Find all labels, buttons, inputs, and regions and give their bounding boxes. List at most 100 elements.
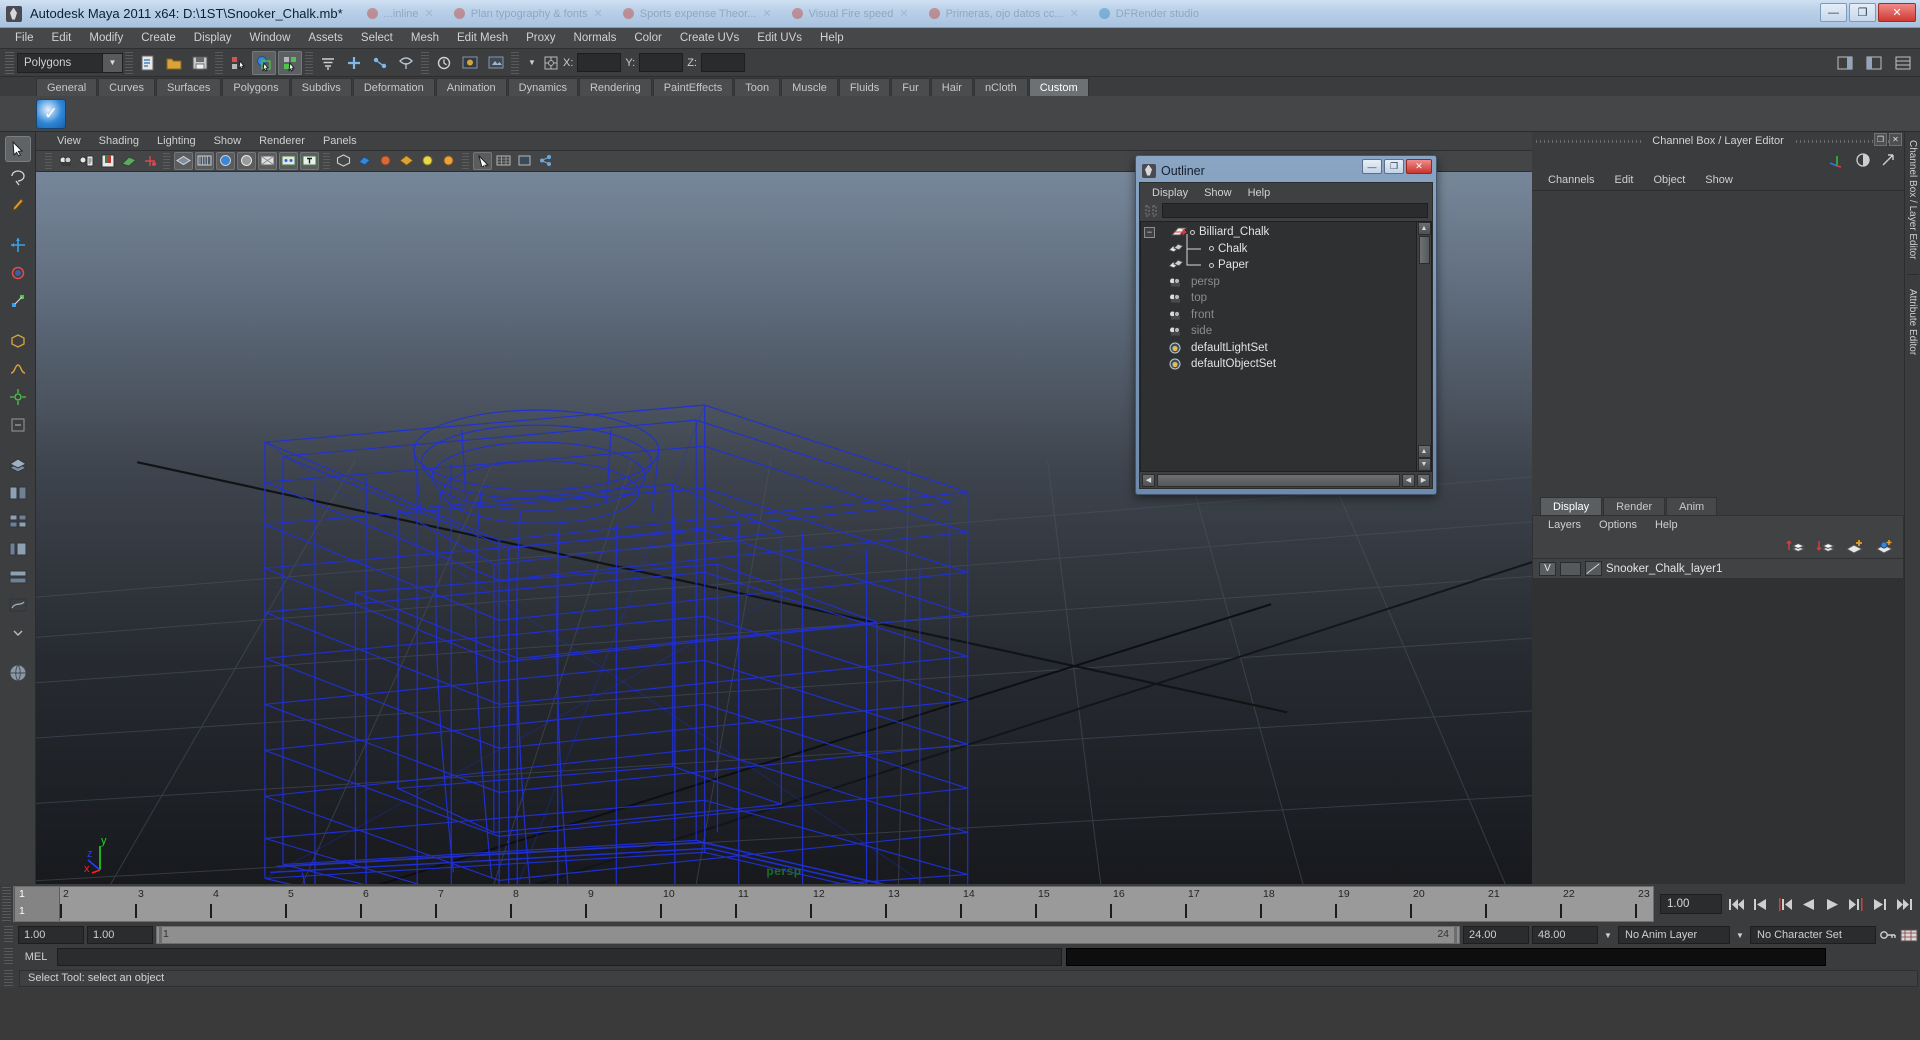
select-hierarchy-icon[interactable] (226, 51, 250, 75)
open-scene-icon[interactable] (162, 51, 186, 75)
shelf-tab-painteffects[interactable]: PaintEffects (652, 78, 734, 96)
step-forward-frame-icon[interactable] (1847, 896, 1866, 913)
snap-point-icon[interactable] (368, 51, 392, 75)
snap-view-plane-icon[interactable] (394, 51, 418, 75)
outliner-minimize-button[interactable]: — (1362, 159, 1382, 174)
share-icon[interactable] (536, 152, 555, 170)
half-circle-icon[interactable] (1855, 152, 1871, 168)
shelf-tab-muscle[interactable]: Muscle (781, 78, 838, 96)
soft-modification-icon[interactable] (5, 356, 31, 382)
snap-curve-icon[interactable] (342, 51, 366, 75)
outliner-vertical-scrollbar[interactable]: ▲ ▲ ▼ (1417, 221, 1432, 472)
key-icon[interactable] (1879, 928, 1897, 943)
menu-display[interactable]: Display (185, 28, 241, 49)
menu-window[interactable]: Window (240, 28, 299, 49)
layout-more-icon[interactable] (5, 620, 31, 646)
shelf-tab-toon[interactable]: Toon (734, 78, 781, 96)
outliner-item-side[interactable]: side (1141, 323, 1416, 340)
paint-select-tool-icon[interactable] (5, 192, 31, 218)
tab-display[interactable]: Display (1540, 497, 1603, 515)
outliner-item-top[interactable]: top (1141, 290, 1416, 307)
outliner-item-billiard-chalk[interactable]: − Billiard_Chalk (1141, 224, 1416, 241)
shelf-tab-deformation[interactable]: Deformation (352, 78, 435, 96)
scale-tool-icon[interactable] (5, 288, 31, 314)
outliner-item-front[interactable]: front (1141, 307, 1416, 324)
create-layer-from-selected-icon[interactable] (1875, 538, 1895, 555)
layer-menu-layers[interactable]: Layers (1539, 519, 1590, 531)
playback-start-field[interactable]: 1.00 (87, 926, 153, 944)
channelbox-menu-object[interactable]: Object (1643, 174, 1695, 186)
animation-preferences-icon[interactable] (1900, 928, 1918, 943)
shelf-tab-dynamics[interactable]: Dynamics (507, 78, 578, 96)
menu-proxy[interactable]: Proxy (517, 28, 564, 49)
menu-assets[interactable]: Assets (299, 28, 352, 49)
time-slider-track[interactable]: 1 1 2 3 4 5 6 7 8 9 10 11 12 13 14 15 16… (13, 886, 1654, 922)
scroll-left-icon[interactable]: ◀ (1142, 473, 1155, 487)
use-all-lights-icon[interactable] (237, 151, 256, 170)
outliner-search-input[interactable] (1162, 203, 1428, 218)
xray-icon[interactable] (279, 151, 298, 170)
maximize-button[interactable]: ❐ (1849, 3, 1876, 22)
character-set-dropdown[interactable]: No Character Set (1750, 926, 1876, 944)
outliner-menu-show[interactable]: Show (1196, 187, 1240, 199)
close-button[interactable]: ✕ (1878, 3, 1916, 22)
exposure-icon[interactable] (473, 151, 492, 170)
channelbox-menu-edit[interactable]: Edit (1604, 174, 1643, 186)
command-language-label[interactable]: MEL (19, 951, 53, 963)
step-forward-key-icon[interactable] (1871, 896, 1890, 913)
layer-visibility-toggle[interactable]: V (1539, 561, 1556, 576)
viewport-menu-show[interactable]: Show (205, 135, 251, 147)
outliner-item-defaultobjectset[interactable]: defaultObjectSet (1141, 356, 1416, 373)
viewport-menu-panels[interactable]: Panels (314, 135, 366, 147)
shelf-tab-hair[interactable]: Hair (930, 78, 973, 96)
range-track[interactable]: 1 24 (156, 926, 1460, 944)
layer-name[interactable]: Snooker_Chalk_layer1 (1606, 563, 1722, 575)
shelf-tab-ncloth[interactable]: nCloth (973, 78, 1028, 96)
select-camera-icon[interactable] (56, 152, 75, 170)
backface-culling-icon[interactable] (418, 152, 437, 170)
minimize-button[interactable]: — (1820, 3, 1847, 22)
layout-four-panes-icon[interactable] (5, 508, 31, 534)
menu-modify[interactable]: Modify (80, 28, 132, 49)
chevron-down-icon[interactable]: ▼ (1601, 931, 1615, 940)
scroll-right-icon[interactable]: ▶ (1417, 473, 1430, 487)
text-display-icon[interactable] (300, 151, 319, 170)
chevron-down-icon[interactable]: ▼ (525, 58, 539, 67)
menu-edit-uvs[interactable]: Edit UVs (748, 28, 811, 49)
outliner-item-persp[interactable]: persp (1141, 274, 1416, 291)
last-tool-icon[interactable] (5, 412, 31, 438)
move-layer-down-icon[interactable] (1815, 538, 1835, 555)
tab-render[interactable]: Render (1603, 497, 1666, 515)
grid-display-icon[interactable] (494, 152, 513, 170)
menu-select[interactable]: Select (352, 28, 402, 49)
layer-list[interactable]: V Snooker_Chalk_layer1 (1532, 558, 1904, 884)
range-slider-gripper[interactable] (4, 926, 13, 944)
layout-persp-graph-icon[interactable] (5, 592, 31, 618)
save-scene-icon[interactable] (188, 51, 212, 75)
layer-row[interactable]: V Snooker_Chalk_layer1 (1533, 559, 1903, 578)
side-tab-attribute-editor[interactable]: Attribute Editor (1907, 281, 1918, 363)
scroll-thumb[interactable] (1418, 236, 1430, 264)
shade-textured-icon[interactable] (216, 151, 235, 170)
range-end-field[interactable]: 48.00 (1532, 926, 1598, 944)
outliner-window[interactable]: Outliner — ❐ ✕ Display Show Help − Billi… (1135, 155, 1437, 495)
hardware-texturing-icon[interactable] (355, 152, 374, 170)
menu-mesh[interactable]: Mesh (402, 28, 448, 49)
shelf-tab-subdivs[interactable]: Subdivs (290, 78, 352, 96)
layer-shading-toggle[interactable] (1585, 561, 1602, 576)
render-settings-icon[interactable] (484, 51, 508, 75)
tab-anim[interactable]: Anim (1666, 497, 1718, 515)
channelbox-menu-channels[interactable]: Channels (1538, 174, 1604, 186)
step-back-frame-icon[interactable] (1775, 896, 1794, 913)
step-back-key-icon[interactable] (1751, 896, 1770, 913)
range-right-handle[interactable] (1454, 927, 1457, 943)
scroll-down-icon[interactable]: ▼ (1417, 458, 1431, 471)
menu-create[interactable]: Create (132, 28, 185, 49)
coord-x-input[interactable] (577, 53, 622, 72)
image-plane-icon[interactable] (119, 152, 138, 170)
layout-outliner-persp-icon[interactable] (5, 536, 31, 562)
select-tool-icon[interactable] (4, 136, 31, 162)
axis-tripod-icon[interactable] (1828, 152, 1846, 168)
play-forwards-icon[interactable] (1823, 896, 1842, 913)
scroll-up-icon[interactable]: ▲ (1417, 222, 1431, 235)
